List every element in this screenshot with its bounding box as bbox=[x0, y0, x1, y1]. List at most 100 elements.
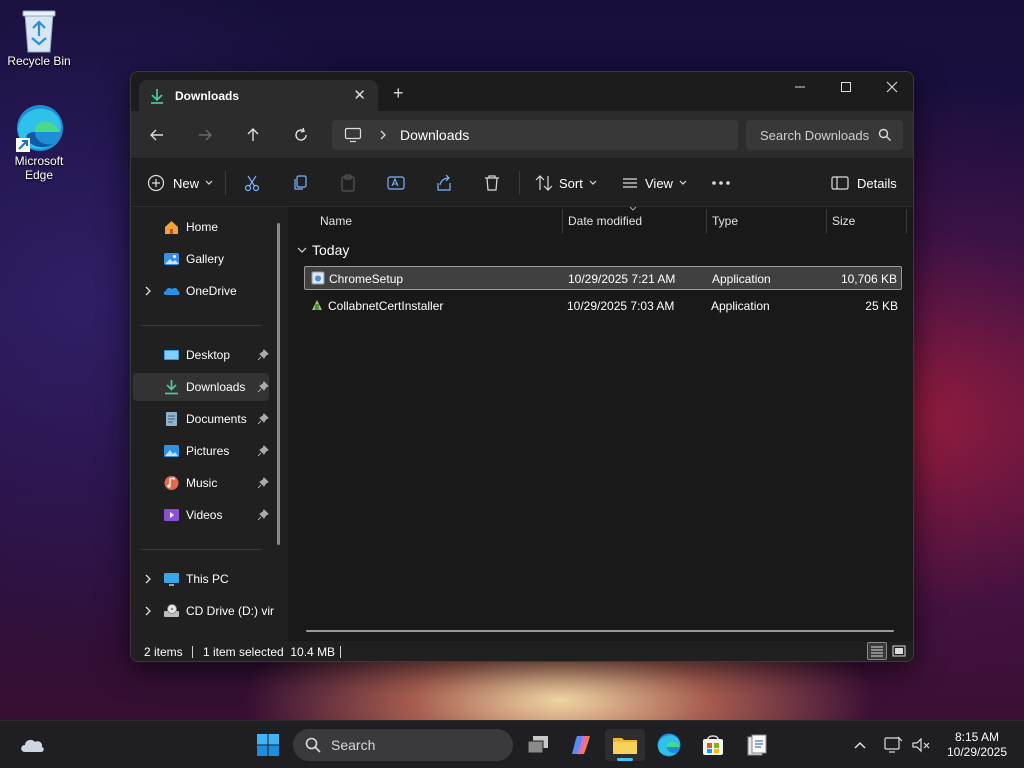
gallery-icon bbox=[164, 253, 179, 265]
refresh-button[interactable] bbox=[289, 123, 313, 147]
system-clock[interactable]: 8:15 AM 10/29/2025 bbox=[938, 730, 1016, 760]
sidebar-item-desktop[interactable]: Desktop bbox=[133, 341, 269, 369]
details-view-toggle[interactable] bbox=[867, 642, 887, 660]
search-box[interactable]: Search Downloads bbox=[746, 120, 903, 150]
edge-desktop-icon[interactable]: Microsoft Edge bbox=[1, 102, 77, 182]
file-type: Application bbox=[712, 272, 771, 286]
file-list-pane: Name Date modified Type Size Today Chrom… bbox=[288, 206, 913, 641]
file-name: ChromeSetup bbox=[329, 272, 404, 286]
file-name: CollabnetCertInstaller bbox=[328, 299, 444, 313]
show-hidden-icons-button[interactable] bbox=[842, 729, 878, 761]
back-button[interactable] bbox=[145, 123, 169, 147]
pictures-folder-icon bbox=[164, 445, 179, 457]
sort-button[interactable]: Sort bbox=[535, 171, 598, 195]
sidebar-scrollbar[interactable] bbox=[277, 223, 280, 545]
navigation-bar: Downloads Search Downloads bbox=[131, 111, 913, 159]
pin-icon[interactable] bbox=[257, 413, 269, 425]
chevron-right-icon[interactable] bbox=[143, 605, 153, 617]
file-row-collabnetcertinstaller[interactable]: CollabnetCertInstaller 10/29/2025 7:03 A… bbox=[304, 294, 902, 318]
recycle-bin-desktop-icon[interactable]: Recycle Bin bbox=[1, 8, 77, 68]
column-divider[interactable] bbox=[906, 209, 907, 233]
maximize-button[interactable] bbox=[823, 72, 869, 102]
sidebar-item-label: CD Drive (D:) vir bbox=[186, 604, 274, 618]
store-taskbar-button[interactable] bbox=[693, 729, 733, 761]
sidebar-item-label: Videos bbox=[186, 508, 223, 522]
new-button[interactable]: New bbox=[147, 171, 214, 195]
tiles-view-toggle[interactable] bbox=[889, 642, 909, 660]
navigation-pane: Home Gallery OneDrive Desktop Downloads … bbox=[131, 207, 287, 641]
sidebar-item-label: Downloads bbox=[186, 380, 246, 394]
new-label: New bbox=[173, 175, 200, 191]
sidebar-item-onedrive[interactable]: OneDrive bbox=[133, 277, 269, 305]
clock-time: 8:15 AM bbox=[954, 730, 1000, 744]
file-row-chromesetup[interactable]: ChromeSetup 10/29/2025 7:21 AM Applicati… bbox=[304, 266, 902, 290]
volume-button[interactable] bbox=[906, 729, 936, 761]
sidebar-item-cd-drive[interactable]: CD Drive (D:) vir bbox=[133, 597, 274, 625]
edge-icon bbox=[16, 105, 63, 152]
column-divider[interactable] bbox=[706, 209, 707, 233]
sort-icon bbox=[535, 175, 553, 191]
installer-taskbar-button[interactable] bbox=[736, 729, 776, 761]
taskbar-search[interactable]: Search bbox=[293, 729, 513, 761]
file-explorer-taskbar-button[interactable] bbox=[605, 729, 645, 761]
file-size: 25 KB bbox=[865, 299, 898, 313]
new-tab-button[interactable]: + bbox=[393, 84, 404, 102]
column-divider[interactable] bbox=[562, 209, 563, 233]
sidebar-item-label: Music bbox=[186, 476, 218, 490]
view-button[interactable]: View bbox=[621, 171, 688, 195]
edge-taskbar-button[interactable] bbox=[649, 729, 689, 761]
copy-button[interactable] bbox=[291, 171, 309, 195]
forward-button[interactable] bbox=[193, 123, 217, 147]
sidebar-item-this-pc[interactable]: This PC bbox=[133, 565, 269, 593]
details-label: Details bbox=[857, 175, 897, 191]
column-header-name[interactable]: Name bbox=[320, 207, 352, 235]
minimize-button[interactable] bbox=[777, 72, 823, 102]
clock-date: 10/29/2025 bbox=[946, 745, 1008, 759]
sidebar-item-gallery[interactable]: Gallery bbox=[133, 245, 269, 273]
sidebar-item-videos[interactable]: Videos bbox=[133, 501, 269, 529]
sidebar-item-label: Desktop bbox=[186, 348, 231, 362]
copilot-button[interactable] bbox=[561, 729, 601, 761]
pin-icon[interactable] bbox=[257, 349, 269, 361]
recycle-bin-icon bbox=[22, 10, 56, 53]
sidebar-item-documents[interactable]: Documents bbox=[133, 405, 269, 433]
horizontal-scrollbar[interactable] bbox=[306, 630, 894, 632]
address-bar[interactable]: Downloads bbox=[332, 120, 738, 150]
paste-button[interactable] bbox=[339, 171, 357, 195]
column-header-type[interactable]: Type bbox=[712, 207, 738, 235]
sidebar-item-downloads[interactable]: Downloads bbox=[133, 373, 269, 401]
status-separator bbox=[340, 646, 341, 658]
sidebar-item-music[interactable]: Music bbox=[133, 469, 269, 497]
chevron-right-icon[interactable] bbox=[143, 573, 153, 585]
details-pane-button[interactable]: Details bbox=[831, 171, 897, 195]
sidebar-item-pictures[interactable]: Pictures bbox=[133, 437, 269, 465]
share-button[interactable] bbox=[435, 171, 453, 195]
column-header-size[interactable]: Size bbox=[832, 207, 855, 235]
task-view-button[interactable] bbox=[518, 729, 558, 761]
pin-icon[interactable] bbox=[257, 477, 269, 489]
up-button[interactable] bbox=[241, 123, 265, 147]
weather-widget[interactable] bbox=[12, 729, 52, 761]
network-status-button[interactable] bbox=[878, 729, 908, 761]
close-window-button[interactable] bbox=[869, 72, 913, 102]
column-divider[interactable] bbox=[826, 209, 827, 233]
search-input[interactable]: Search Downloads bbox=[760, 128, 870, 143]
tab-downloads[interactable]: Downloads ✕ bbox=[139, 80, 378, 111]
more-options-button[interactable] bbox=[711, 171, 731, 195]
sidebar-item-home[interactable]: Home bbox=[133, 213, 269, 241]
address-path: Downloads bbox=[400, 127, 470, 143]
chevron-right-icon[interactable] bbox=[143, 285, 153, 297]
pin-icon[interactable] bbox=[257, 381, 269, 393]
pin-icon[interactable] bbox=[257, 509, 269, 521]
start-button[interactable] bbox=[248, 729, 288, 761]
plus-circle-icon bbox=[147, 174, 165, 192]
cut-button[interactable] bbox=[243, 171, 261, 195]
chevron-down-icon bbox=[589, 180, 597, 185]
rename-button[interactable] bbox=[387, 171, 405, 195]
tab-close-icon[interactable]: ✕ bbox=[353, 86, 366, 104]
group-header-today[interactable]: Today bbox=[296, 242, 349, 258]
documents-folder-icon bbox=[166, 412, 177, 426]
pin-icon[interactable] bbox=[257, 445, 269, 457]
delete-button[interactable] bbox=[483, 171, 501, 195]
close-icon bbox=[886, 81, 898, 93]
